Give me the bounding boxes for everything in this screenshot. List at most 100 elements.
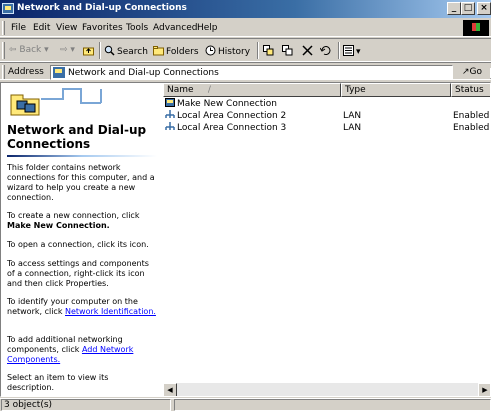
menu-edit[interactable]: Edit	[33, 23, 50, 33]
network-identification-link[interactable]: Network Identification.	[65, 307, 156, 316]
row-type: LAN	[343, 123, 362, 133]
up-folder-button[interactable]	[83, 45, 96, 57]
address-label: Address	[8, 67, 44, 77]
row-name-text: Local Area Connection 3	[177, 123, 287, 133]
address-input[interactable]: Network and Dial-up Connections ▼	[50, 65, 491, 80]
forward-arrow-icon: ⇨	[60, 45, 68, 55]
scroll-left-button[interactable]: ◀	[163, 383, 177, 396]
status-text: 3 object(s)	[1, 399, 171, 411]
make-new-connection-bold: Make New Connection.	[7, 221, 110, 230]
info-pane: Network and Dial-up Connections This fol…	[1, 83, 161, 396]
description-create: To create a new connection, click Make N…	[7, 211, 157, 231]
description-open: To open a connection, click its icon.	[7, 240, 149, 249]
lan-connection-icon	[165, 122, 175, 130]
toolbar: ⇦ Back ▾ ⇨ ▾ Search Folders History ▾	[0, 38, 491, 62]
menu-view[interactable]: View	[56, 23, 77, 33]
go-label: Go	[469, 67, 483, 77]
folders-icon	[153, 46, 164, 56]
lan-connection-icon	[165, 110, 175, 118]
description-folder: This folder contains network connections…	[7, 163, 155, 202]
forward-button[interactable]: ⇨ ▾	[60, 45, 75, 55]
minimize-button[interactable]: _	[447, 2, 461, 15]
menu-tools[interactable]: Tools	[126, 23, 148, 33]
row-name-text: Make New Connection	[177, 99, 277, 109]
toolbar-separator	[257, 42, 259, 59]
history-icon	[205, 45, 216, 56]
toolbar-separator	[338, 42, 340, 59]
menu-advanced[interactable]: Advanced	[153, 23, 197, 33]
delete-icon	[302, 45, 313, 56]
menu-favorites[interactable]: Favorites	[82, 23, 123, 33]
row-name: Local Area Connection 3	[165, 122, 286, 134]
go-button[interactable]: ↗Go	[462, 67, 482, 77]
header-decoration	[41, 88, 102, 104]
search-button[interactable]: Search	[104, 45, 148, 57]
row-type: LAN	[343, 111, 362, 121]
list-item[interactable]: Make New Connection	[163, 98, 490, 110]
back-button[interactable]: ⇦ Back ▾	[9, 45, 49, 55]
back-label: Back	[19, 45, 42, 55]
network-connections-icon	[10, 94, 40, 116]
maximize-button[interactable]: □	[461, 2, 475, 15]
scroll-right-button[interactable]: ▶	[478, 383, 490, 396]
list-item[interactable]: Local Area Connection 3 LAN Enabled	[163, 122, 490, 134]
column-header-status[interactable]: Status	[451, 83, 490, 97]
move-to-icon	[263, 45, 274, 56]
title-bar: Network and Dial-up Connections _ □ ×	[0, 0, 491, 18]
column-header-name[interactable]: Name /	[163, 83, 341, 97]
undo-icon	[320, 46, 331, 55]
delete-button[interactable]	[302, 45, 315, 57]
menu-help[interactable]: Help	[197, 23, 218, 33]
address-grip	[2, 65, 5, 79]
horizontal-scrollbar[interactable]: ◀ ▶	[163, 383, 490, 396]
views-icon	[343, 45, 354, 56]
folders-button[interactable]: Folders	[153, 45, 199, 57]
history-label: History	[218, 47, 251, 57]
network-folder-icon	[2, 3, 14, 14]
undo-button[interactable]	[320, 45, 333, 57]
row-name: Local Area Connection 2	[165, 110, 286, 122]
status-panel	[174, 399, 491, 411]
column-name-label: Name	[167, 85, 194, 95]
pane-title: Network and Dial-up Connections	[7, 123, 147, 151]
back-arrow-icon: ⇦	[9, 45, 17, 55]
windows-logo-icon	[463, 20, 489, 36]
main-view: Network and Dial-up Connections This fol…	[0, 82, 491, 397]
folders-label: Folders	[166, 47, 199, 57]
close-button[interactable]: ×	[477, 2, 491, 15]
column-header-type[interactable]: Type	[341, 83, 451, 97]
row-status: Enabled	[453, 123, 490, 133]
description-add: To add additional networking components,…	[7, 335, 157, 365]
toolbar-separator	[99, 42, 101, 59]
history-button[interactable]: History	[205, 45, 250, 57]
row-status: Enabled	[453, 111, 490, 121]
toolbar-grip	[2, 42, 5, 59]
go-arrow-icon: ↗	[462, 67, 470, 77]
move-to-button[interactable]	[263, 45, 276, 57]
sort-indicator-icon: /	[207, 85, 211, 95]
address-value: Network and Dial-up Connections	[68, 68, 219, 78]
description-identify: To identify your computer on the network…	[7, 297, 157, 317]
row-name: Make New Connection	[165, 98, 277, 110]
copy-to-button[interactable]	[282, 45, 295, 57]
list-item[interactable]: Local Area Connection 2 LAN Enabled	[163, 110, 490, 122]
make-new-connection-icon	[165, 98, 175, 107]
window-title: Network and Dial-up Connections	[17, 3, 187, 13]
copy-to-icon	[282, 45, 293, 56]
status-bar: 3 object(s)	[0, 398, 491, 411]
up-folder-icon	[83, 47, 94, 56]
search-label: Search	[117, 47, 148, 57]
title-rule	[7, 155, 157, 157]
address-bar: Address Network and Dial-up Connections …	[0, 62, 491, 80]
create-text: To create a new connection, click	[7, 211, 140, 220]
network-folder-icon	[53, 67, 65, 78]
description-settings: To access settings and components of a c…	[7, 259, 149, 288]
connection-list: Name / Type Status Make New Connection L…	[163, 83, 490, 396]
description-select: Select an item to view its description.	[7, 373, 109, 392]
menu-file[interactable]: File	[11, 23, 26, 33]
menu-grip	[2, 21, 5, 35]
menu-bar: File Edit View Favorites Tools Advanced …	[0, 19, 491, 37]
views-button[interactable]: ▾	[343, 45, 361, 57]
search-icon	[104, 45, 115, 56]
row-name-text: Local Area Connection 2	[177, 111, 287, 121]
